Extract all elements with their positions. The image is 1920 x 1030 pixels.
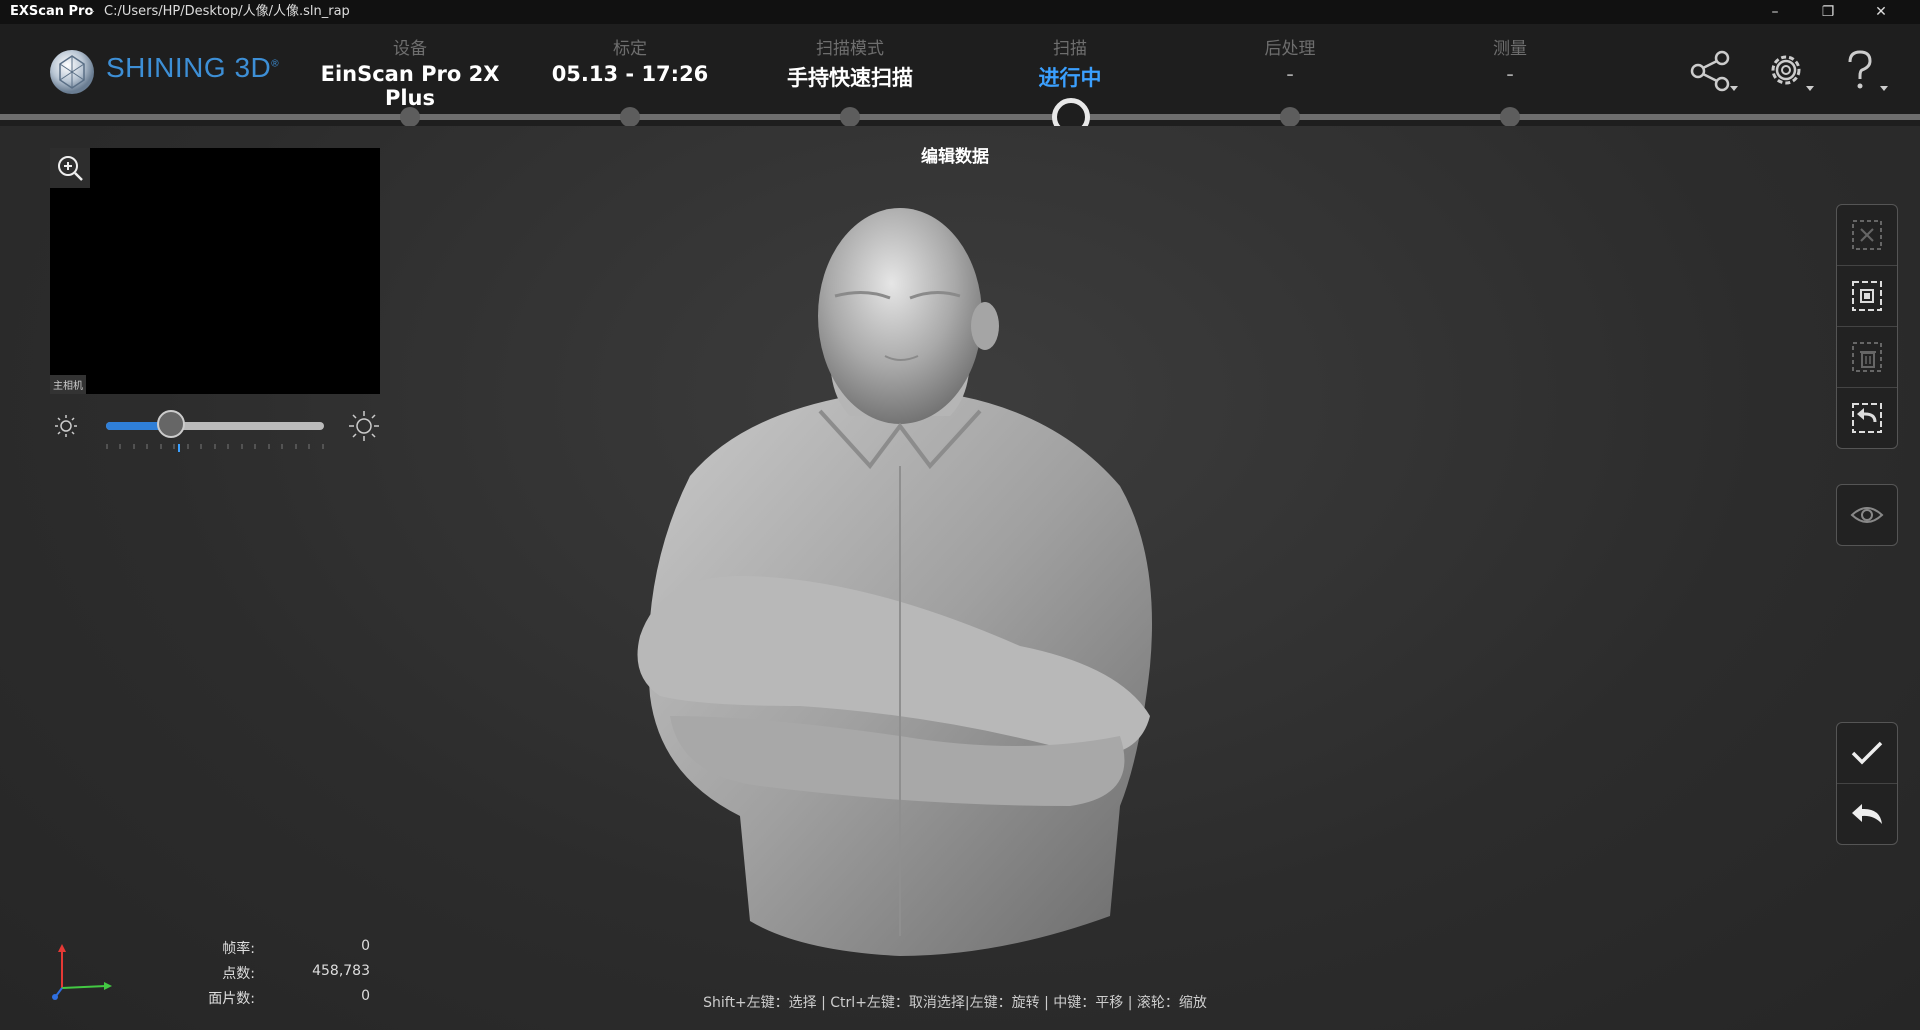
step-measure[interactable]: 测量 - [1400, 34, 1620, 86]
brightness-knob[interactable] [157, 410, 186, 438]
view-title: 编辑数据 [921, 147, 989, 167]
restore-button[interactable]: ❐ [1805, 0, 1851, 24]
clear-selection-button[interactable] [1837, 205, 1897, 266]
step-device[interactable]: 设备 EinScan Pro 2X Plus [300, 34, 520, 110]
step-dot-post-process[interactable] [1280, 107, 1300, 127]
app-name: EXScan Pro [10, 4, 94, 19]
brand-name: SHINING 3D® [106, 52, 280, 83]
step-post-process[interactable]: 后处理 - [1180, 34, 1400, 86]
stat-value: 458,783 [312, 963, 370, 979]
camera-preview: 主相机 [50, 148, 380, 394]
minimize-button[interactable]: – [1752, 0, 1798, 24]
step-post-process-label: 后处理 [1264, 39, 1316, 59]
window-titlebar: EXScan Pro - C:/Users/HP/Desktop/人像/人像.s… [0, 0, 1920, 24]
help-icon[interactable] [1836, 46, 1890, 96]
step-scan-value: 进行中 [1038, 66, 1102, 90]
step-calibration-value: 05.13 - 17:26 [551, 62, 709, 86]
stat-value: 0 [361, 938, 370, 954]
step-dot-scan-mode[interactable] [840, 107, 860, 127]
visibility-toggle-button[interactable] [1837, 485, 1897, 545]
step-dot-calibration[interactable] [620, 107, 640, 127]
clear-selection-icon [1852, 220, 1882, 250]
step-measure-label: 测量 [1493, 39, 1527, 59]
step-device-label: 设备 [393, 39, 427, 59]
undo-button[interactable] [1837, 784, 1897, 844]
step-scan-mode-label: 扫描模式 [816, 39, 884, 59]
step-scan-mode-value: 手持快速扫描 [787, 66, 913, 90]
stat-face-count: 面片数: 0 [200, 988, 380, 1013]
undo-icon [1852, 804, 1882, 824]
mouse-hint: Shift+左键：选择 | Ctrl+左键：取消选择|左键：旋转 | 中键：平移… [703, 995, 1207, 1011]
step-scan-mode[interactable]: 扫描模式 手持快速扫描 [740, 34, 960, 92]
check-icon [1851, 741, 1883, 765]
step-scan[interactable]: 扫描 进行中 [960, 34, 1180, 92]
select-all-icon [1852, 281, 1882, 311]
invert-selection-icon [1852, 403, 1882, 433]
eye-icon [1850, 507, 1884, 523]
header-bar: SHINING 3D® 设备 EinScan Pro 2X Plus 标定 05… [0, 24, 1920, 136]
step-dot-measure[interactable] [1500, 107, 1520, 127]
sun-small-icon [55, 415, 77, 437]
visibility-tools [1836, 484, 1898, 546]
step-scan-label: 扫描 [1053, 39, 1087, 59]
shining3d-logo-icon [50, 50, 94, 94]
step-measure-value: - [1506, 62, 1514, 86]
share-icon[interactable] [1686, 46, 1740, 96]
confirm-tools [1836, 722, 1898, 845]
confirm-button[interactable] [1837, 723, 1897, 784]
selection-tools [1836, 204, 1898, 449]
scanned-model[interactable] [600, 196, 1200, 976]
step-calibration-label: 标定 [613, 39, 647, 59]
select-all-button[interactable] [1837, 266, 1897, 327]
camera-label: 主相机 [50, 375, 86, 394]
stat-value: 0 [361, 988, 370, 1004]
step-calibration[interactable]: 标定 05.13 - 17:26 [520, 34, 740, 86]
stat-label: 点数: [222, 966, 255, 982]
camera-zoom-button[interactable] [50, 148, 90, 188]
project-path: C:/Users/HP/Desktop/人像/人像.sln_rap [104, 4, 350, 19]
delete-selection-icon [1852, 342, 1882, 372]
zoom-in-icon [58, 156, 83, 181]
brightness-slider-row [50, 398, 380, 458]
close-button[interactable]: ✕ [1858, 0, 1904, 24]
stat-frame-rate: 帧率: 0 [200, 938, 380, 963]
title-separator: - [90, 4, 95, 19]
gear-icon[interactable] [1762, 46, 1816, 96]
invert-selection-button[interactable] [1837, 388, 1897, 448]
axis-indicator [52, 944, 112, 1000]
3d-viewport[interactable]: 编辑数据 主相机 帧率: 0 点数: 458,783 面片数: 0 Shift+… [0, 126, 1920, 1030]
stat-point-count: 点数: 458,783 [200, 963, 380, 988]
step-device-value: EinScan Pro 2X Plus [320, 62, 500, 110]
delete-selection-button[interactable] [1837, 327, 1897, 388]
stat-label: 帧率: [222, 941, 255, 957]
sun-large-icon [349, 411, 379, 441]
step-dot-device[interactable] [400, 107, 420, 127]
stat-label: 面片数: [208, 991, 255, 1007]
step-progress-line [0, 114, 1920, 120]
step-post-process-value: - [1286, 62, 1294, 86]
brightness-ticks [106, 444, 324, 452]
scan-stats: 帧率: 0 点数: 458,783 面片数: 0 [200, 938, 380, 1013]
